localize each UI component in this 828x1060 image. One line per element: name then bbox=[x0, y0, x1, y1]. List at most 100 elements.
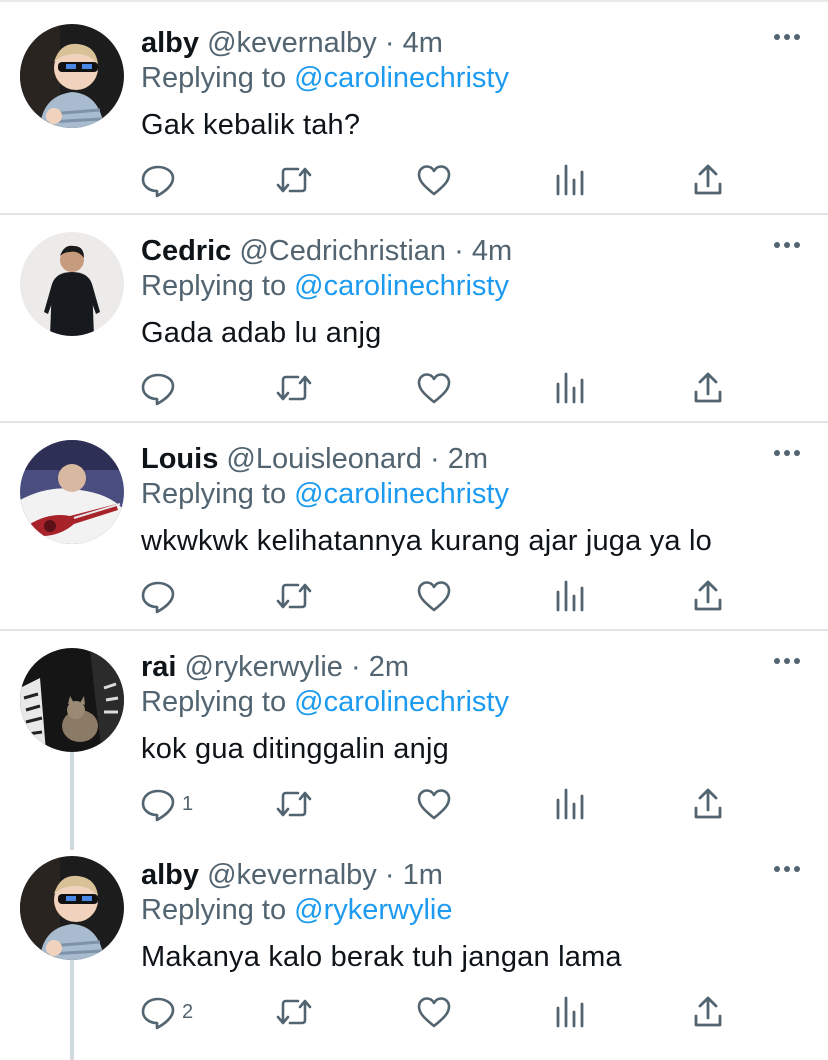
replying-to-mention[interactable]: @carolinechristy bbox=[294, 62, 509, 94]
views-icon bbox=[554, 162, 586, 198]
share-button[interactable] bbox=[692, 368, 724, 408]
retweet-icon bbox=[274, 578, 314, 614]
tweet-header: Cedric @Cedrichristian · 4m bbox=[141, 232, 512, 270]
separator-dot: · bbox=[429, 443, 440, 475]
user-handle[interactable]: @Louisleonard bbox=[226, 443, 422, 475]
avatar[interactable] bbox=[20, 648, 124, 752]
reply-icon bbox=[140, 370, 176, 406]
views-icon bbox=[554, 578, 586, 614]
replying-to-label: Replying to bbox=[141, 686, 287, 718]
reply-button[interactable]: 2 bbox=[140, 992, 193, 1032]
share-icon bbox=[692, 994, 724, 1030]
separator-dot: · bbox=[350, 651, 361, 683]
separator-dot: · bbox=[384, 859, 395, 891]
retweet-icon bbox=[274, 370, 314, 406]
more-dots-icon[interactable] bbox=[773, 650, 801, 672]
tweet-text: Gak kebalik tah? bbox=[141, 109, 361, 141]
display-name[interactable]: Louis bbox=[141, 443, 218, 475]
user-handle[interactable]: @Cedrichristian bbox=[239, 235, 446, 267]
heart-icon bbox=[416, 786, 452, 822]
replying-to-label: Replying to bbox=[141, 478, 287, 510]
retweet-button[interactable] bbox=[274, 992, 314, 1032]
replying-to-label: Replying to bbox=[141, 894, 287, 926]
avatar[interactable] bbox=[20, 856, 124, 960]
thread-connector-line bbox=[70, 752, 74, 850]
user-handle[interactable]: @kevernalby bbox=[207, 859, 377, 891]
timestamp[interactable]: 1m bbox=[403, 859, 443, 891]
action-bar bbox=[140, 368, 740, 408]
timestamp[interactable]: 4m bbox=[403, 27, 443, 59]
timestamp[interactable]: 2m bbox=[448, 443, 488, 475]
avatar[interactable] bbox=[20, 232, 124, 336]
tweet-divider bbox=[0, 213, 828, 215]
avatar[interactable] bbox=[20, 24, 124, 128]
share-button[interactable] bbox=[692, 784, 724, 824]
views-button[interactable] bbox=[554, 784, 586, 824]
reply-button[interactable]: 1 bbox=[140, 784, 193, 824]
tweet-header: Louis @Louisleonard · 2m bbox=[141, 440, 488, 478]
replying-to-mention[interactable]: @carolinechristy bbox=[294, 478, 509, 510]
replying-to-mention[interactable]: @carolinechristy bbox=[294, 686, 509, 718]
views-icon bbox=[554, 370, 586, 406]
user-handle[interactable]: @rykerwylie bbox=[185, 651, 343, 683]
timestamp[interactable]: 4m bbox=[472, 235, 512, 267]
views-button[interactable] bbox=[554, 160, 586, 200]
action-bar bbox=[140, 160, 740, 200]
top-divider bbox=[0, 0, 828, 2]
tweet-header: alby @kevernalby · 1m bbox=[141, 856, 443, 894]
share-button[interactable] bbox=[692, 992, 724, 1032]
avatar[interactable] bbox=[20, 440, 124, 544]
user-handle[interactable]: @kevernalby bbox=[207, 27, 377, 59]
retweet-button[interactable] bbox=[274, 160, 314, 200]
share-button[interactable] bbox=[692, 576, 724, 616]
retweet-button[interactable] bbox=[274, 368, 314, 408]
heart-icon bbox=[416, 370, 452, 406]
tweet-text: kok gua ditinggalin anjg bbox=[141, 733, 449, 765]
replying-to-mention[interactable]: @rykerwylie bbox=[294, 894, 452, 926]
like-button[interactable] bbox=[416, 160, 452, 200]
more-dots-icon[interactable] bbox=[773, 234, 801, 256]
retweet-button[interactable] bbox=[274, 784, 314, 824]
replying-to-line: Replying to @carolinechristy bbox=[141, 475, 509, 513]
share-icon bbox=[692, 370, 724, 406]
reply-icon bbox=[140, 994, 176, 1030]
replying-to-line: Replying to @rykerwylie bbox=[141, 891, 453, 929]
share-icon bbox=[692, 786, 724, 822]
replying-to-line: Replying to @carolinechristy bbox=[141, 267, 509, 305]
views-button[interactable] bbox=[554, 368, 586, 408]
reply-button[interactable] bbox=[140, 160, 182, 200]
display-name[interactable]: alby bbox=[141, 27, 199, 59]
tweet-divider bbox=[0, 421, 828, 423]
thread-connector-line bbox=[70, 960, 74, 1060]
tweet-text: wkwkwk kelihatannya kurang ajar juga ya … bbox=[141, 525, 712, 557]
more-dots-icon[interactable] bbox=[773, 26, 801, 48]
like-button[interactable] bbox=[416, 576, 452, 616]
action-bar: 1 bbox=[140, 784, 740, 824]
display-name[interactable]: alby bbox=[141, 859, 199, 891]
like-button[interactable] bbox=[416, 992, 452, 1032]
like-button[interactable] bbox=[416, 368, 452, 408]
views-button[interactable] bbox=[554, 992, 586, 1032]
tweet-divider bbox=[0, 629, 828, 631]
action-bar: 2 bbox=[140, 992, 740, 1032]
display-name[interactable]: Cedric bbox=[141, 235, 231, 267]
replying-to-mention[interactable]: @carolinechristy bbox=[294, 270, 509, 302]
more-dots-icon[interactable] bbox=[773, 858, 801, 880]
more-dots-icon[interactable] bbox=[773, 442, 801, 464]
tweet-text: Makanya kalo berak tuh jangan lama bbox=[141, 941, 622, 973]
views-icon bbox=[554, 786, 586, 822]
reply-button[interactable] bbox=[140, 368, 182, 408]
views-button[interactable] bbox=[554, 576, 586, 616]
retweet-icon bbox=[274, 994, 314, 1030]
reply-button[interactable] bbox=[140, 576, 182, 616]
heart-icon bbox=[416, 162, 452, 198]
share-button[interactable] bbox=[692, 160, 724, 200]
reply-count: 2 bbox=[182, 1000, 194, 1023]
retweet-button[interactable] bbox=[274, 576, 314, 616]
tweet-text: Gada adab lu anjg bbox=[141, 317, 382, 349]
like-button[interactable] bbox=[416, 784, 452, 824]
display-name[interactable]: rai bbox=[141, 651, 176, 683]
share-icon bbox=[692, 578, 724, 614]
timestamp[interactable]: 2m bbox=[369, 651, 409, 683]
reply-icon bbox=[140, 786, 176, 822]
